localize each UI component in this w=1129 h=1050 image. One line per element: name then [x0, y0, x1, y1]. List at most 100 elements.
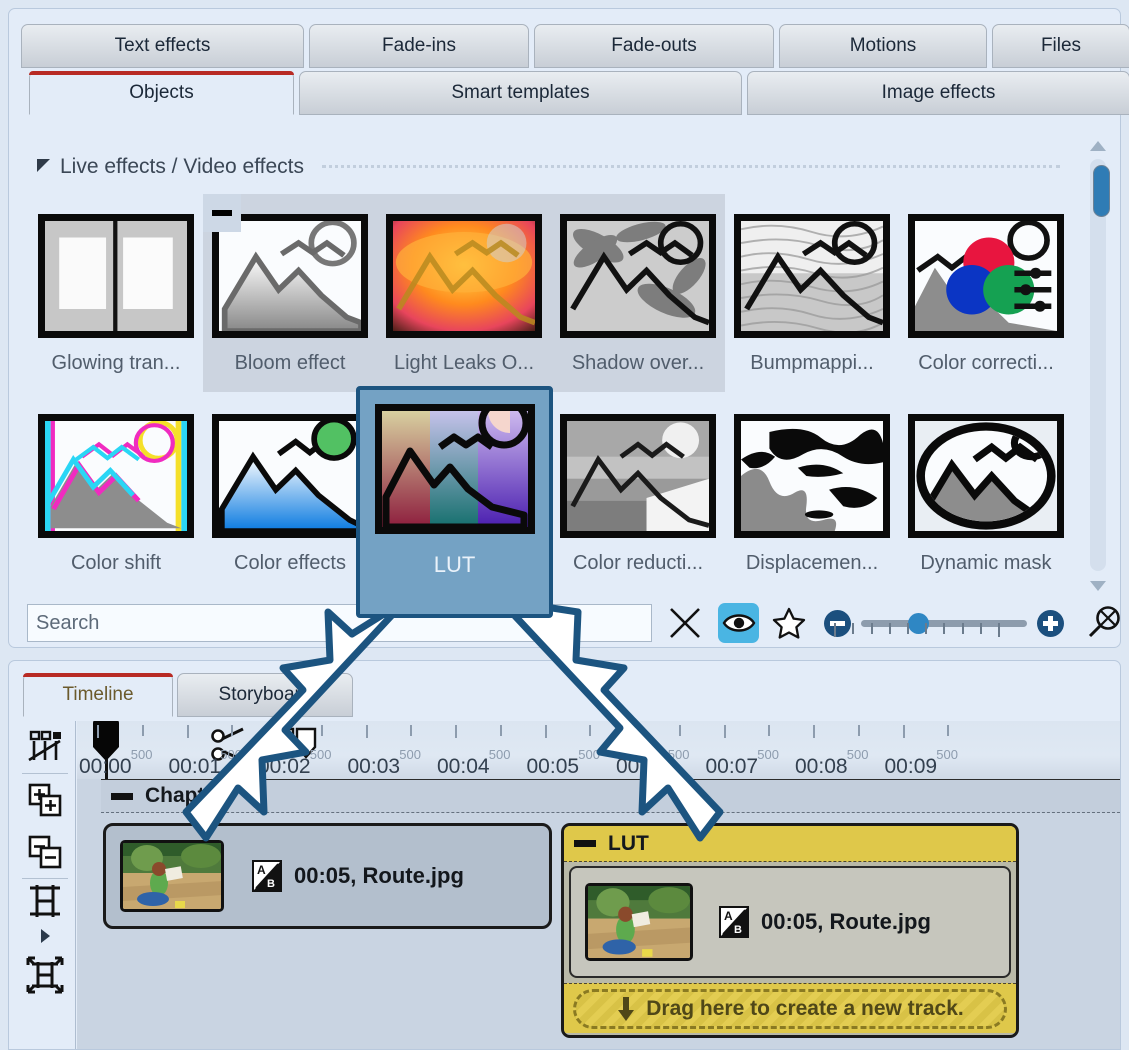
- add-track-button[interactable]: [21, 774, 69, 826]
- ruler-tick: [902, 725, 905, 738]
- zoom-in-button[interactable]: [1037, 609, 1065, 637]
- tab-timeline[interactable]: Timeline: [23, 673, 173, 717]
- ruler-tick: [276, 725, 278, 738]
- timeline-clip-main[interactable]: A B 00:05, Route.jpg: [103, 823, 552, 929]
- section-header[interactable]: Live effects / Video effects: [37, 151, 1060, 183]
- effect-item-light-leaks-o[interactable]: Light Leaks O...: [377, 194, 551, 392]
- expand-toolbar-button[interactable]: [21, 923, 69, 949]
- clear-search-button[interactable]: [660, 603, 710, 643]
- object-mode-icon: [27, 730, 61, 762]
- light-leaks-thumb: [386, 214, 542, 338]
- tab-motions[interactable]: Motions: [779, 24, 987, 68]
- effect-item-displacemen[interactable]: Displacemen...: [725, 394, 899, 592]
- lut-effect-callout[interactable]: LUT: [356, 386, 553, 618]
- ruler-subtick: [410, 725, 413, 736]
- new-track-dropzone[interactable]: Drag here to create a new track.: [564, 983, 1016, 1033]
- effect-item-color-correcti[interactable]: Color correcti...: [899, 194, 1073, 392]
- eye-icon: [722, 614, 756, 632]
- ruler-subtick: [231, 725, 234, 736]
- effect-item-color-shift[interactable]: Color shift: [29, 394, 203, 592]
- ruler-subtick-label: 500: [220, 747, 242, 762]
- search-input[interactable]: Search: [27, 604, 653, 642]
- tab-text-effects[interactable]: Text effects: [21, 24, 304, 68]
- reset-zoom-button[interactable]: [1082, 603, 1125, 643]
- effect-label: Color effects: [234, 552, 346, 574]
- remove-track-icon: [28, 835, 61, 869]
- lut-track-header[interactable]: LUT: [564, 826, 1016, 862]
- effect-item-dynamic-mask[interactable]: Dynamic mask: [899, 394, 1073, 592]
- ruler-subtick: [320, 725, 323, 736]
- ruler-subtick-label: 500: [757, 747, 779, 762]
- effect-label: Glowing tran...: [51, 352, 181, 374]
- timeline-panel: Timeline Storyboard 00:00 500 00:01 500 …: [8, 660, 1121, 1050]
- collapse-triangle-icon[interactable]: [37, 158, 50, 172]
- ruler-subtick: [141, 725, 144, 736]
- ab-transition-icon: A B: [252, 860, 282, 892]
- chapter-track-header[interactable]: Chapter: [101, 779, 1120, 813]
- tab-smart-templates[interactable]: Smart templates: [299, 71, 742, 115]
- scrollbar-thumb[interactable]: [1093, 165, 1110, 217]
- tab-fade-outs[interactable]: Fade-outs: [534, 24, 774, 68]
- scroll-down-arrow-icon[interactable]: [1090, 581, 1106, 591]
- svg-text:B: B: [734, 924, 742, 936]
- timeline-clip-lut[interactable]: A B 00:05, Route.jpg: [569, 866, 1011, 978]
- effect-item-shadow-over[interactable]: Shadow over...: [551, 194, 725, 392]
- ruler-tick: [634, 725, 636, 738]
- glowing-transition-thumb: [38, 214, 194, 338]
- ruler-subtick: [678, 725, 681, 736]
- route-jpg-thumbnail: [585, 883, 693, 961]
- ruler-subtick: [947, 725, 950, 736]
- effects-scrollbar[interactable]: [1086, 137, 1110, 595]
- tab-label: Objects: [129, 81, 194, 103]
- effect-item-bumpmappi[interactable]: Bumpmappi...: [725, 194, 899, 392]
- tab-row-primary: Text effects Fade-ins Fade-outs Motions File…: [21, 24, 1129, 68]
- minus-icon[interactable]: [111, 792, 133, 800]
- minus-icon[interactable]: [203, 194, 241, 232]
- effects-grid: Glowing tran... Bloom effect Light Leaks…: [29, 194, 1084, 594]
- scroll-up-arrow-icon[interactable]: [1090, 141, 1106, 151]
- svg-text:A: A: [724, 909, 733, 923]
- effect-item-color-effects[interactable]: Color effects: [203, 394, 377, 592]
- scrollbar-track[interactable]: [1090, 159, 1110, 571]
- tab-storyboard[interactable]: Storyboard: [177, 673, 353, 717]
- clip-label: 00:05, Route.jpg: [294, 863, 464, 888]
- effect-item-glowing-tran[interactable]: Glowing tran...: [29, 194, 203, 392]
- tab-objects[interactable]: Objects: [29, 71, 294, 115]
- effects-panel: Text effects Fade-ins Fade-outs Motions File…: [8, 8, 1129, 648]
- remove-track-button[interactable]: [21, 826, 69, 878]
- chevron-right-icon: [40, 929, 50, 943]
- effect-item-bloom-effect[interactable]: Bloom effect: [203, 194, 377, 392]
- preview-toggle-button[interactable]: [718, 603, 760, 643]
- minus-icon[interactable]: [574, 840, 596, 847]
- lut-callout-label: LUT: [433, 552, 476, 577]
- tab-label: Smart templates: [451, 82, 590, 103]
- effect-item-color-reducti[interactable]: Color reducti...: [551, 394, 725, 592]
- svg-text:A: A: [257, 863, 266, 877]
- effect-label: Bumpmappi...: [750, 352, 874, 374]
- zoom-slider-group[interactable]: [824, 609, 1065, 637]
- ruler-tick: [365, 725, 368, 738]
- magnifier-reset-icon: [1088, 606, 1120, 638]
- ruler-subtick-label: 500: [936, 747, 958, 762]
- favorites-button[interactable]: [767, 603, 810, 643]
- tab-files[interactable]: Files: [992, 24, 1129, 68]
- effect-label: Color correcti...: [918, 352, 1054, 374]
- shadow-overlay-thumb: [560, 214, 716, 338]
- ruler-tick: [813, 725, 815, 738]
- app-root: Text effects Fade-ins Fade-outs Motions File…: [0, 0, 1129, 1050]
- object-mode-button[interactable]: [21, 721, 69, 773]
- lut-clip-label: 00:05, Route.jpg: [761, 909, 931, 934]
- bumpmapping-thumb: [734, 214, 890, 338]
- fit-height-button[interactable]: [21, 879, 69, 923]
- tab-image-effects[interactable]: Image effects: [747, 71, 1129, 115]
- ruler-subtick-label: 500: [846, 747, 869, 762]
- displacement-thumb: [734, 414, 890, 538]
- tab-fade-ins[interactable]: Fade-ins: [309, 24, 529, 68]
- ruler-label: 00:03: [347, 755, 401, 778]
- lut-track-group[interactable]: LUT A B 00:05, Route.jpg Drag here to cr…: [561, 823, 1019, 1038]
- tab-label: Fade-ins: [382, 35, 456, 56]
- timeline-ruler[interactable]: 00:00 500 00:01 500 00:02 500 00:03 500 00:04 500…: [77, 721, 1120, 781]
- ruler-subtick: [768, 725, 771, 736]
- search-placeholder: Search: [36, 611, 100, 634]
- fit-all-button[interactable]: [21, 949, 69, 1001]
